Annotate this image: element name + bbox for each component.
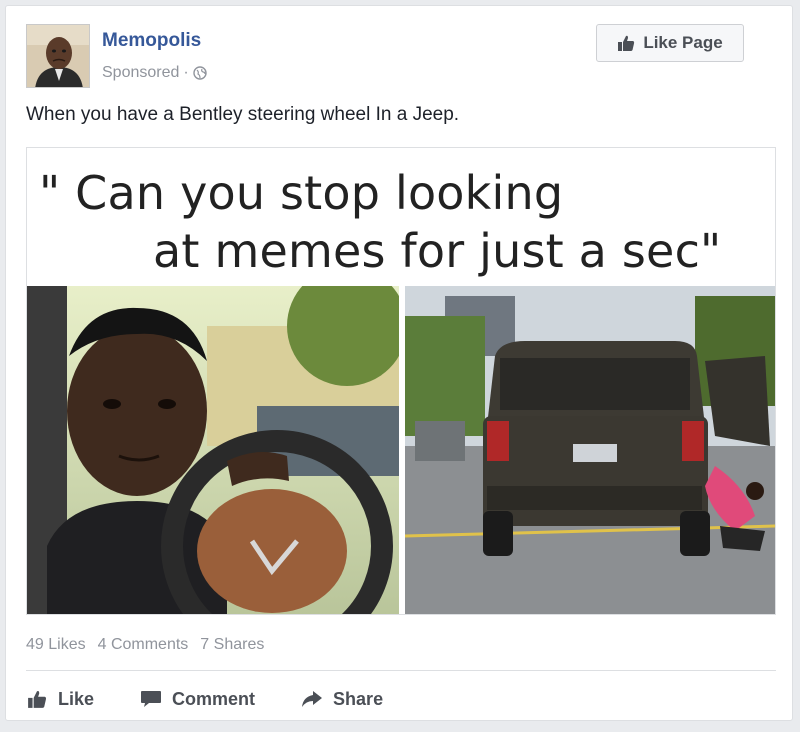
post-card: Memopolis Sponsored · Like Page When you… xyxy=(5,5,793,721)
action-bar: Like Comment Share xyxy=(26,682,429,716)
thumbs-up-icon xyxy=(26,689,48,709)
post-meta: Sponsored · xyxy=(102,64,207,82)
comments-count[interactable]: 4 Comments xyxy=(98,636,189,654)
thumbs-up-icon xyxy=(617,34,635,52)
share-button[interactable]: Share xyxy=(301,689,383,710)
page-name-link[interactable]: Memopolis xyxy=(102,30,201,52)
likes-count[interactable]: 49 Likes xyxy=(26,636,86,654)
comment-icon xyxy=(140,689,162,709)
actions-divider xyxy=(26,670,776,671)
post-text: When you have a Bentley steering wheel I… xyxy=(26,104,460,125)
like-label: Like xyxy=(58,688,95,709)
photo-driver xyxy=(27,266,407,614)
comment-label: Comment xyxy=(172,688,256,709)
meme-caption: " Can you stop looking at memes for just… xyxy=(27,148,775,286)
like-page-label: Like Page xyxy=(643,33,723,52)
share-arrow-icon xyxy=(301,689,323,709)
sponsored-label[interactable]: Sponsored xyxy=(102,64,179,82)
like-page-button[interactable]: Like Page xyxy=(596,24,744,62)
shares-count[interactable]: 7 Shares xyxy=(200,636,264,654)
like-button[interactable]: Like xyxy=(26,689,94,710)
engagement-stats: 49 Likes 4 Comments 7 Shares xyxy=(26,636,264,654)
share-label: Share xyxy=(333,688,384,709)
globe-icon[interactable] xyxy=(193,66,207,80)
caption-line-2: at memes for just a sec" xyxy=(153,224,722,278)
post-image[interactable]: " Can you stop looking at memes for just… xyxy=(26,147,776,615)
photo-jeep xyxy=(404,286,775,614)
meta-separator: · xyxy=(183,64,189,81)
caption-line-1: " Can you stop looking xyxy=(39,166,564,220)
comment-button[interactable]: Comment xyxy=(140,689,255,710)
page-avatar[interactable] xyxy=(26,24,90,88)
